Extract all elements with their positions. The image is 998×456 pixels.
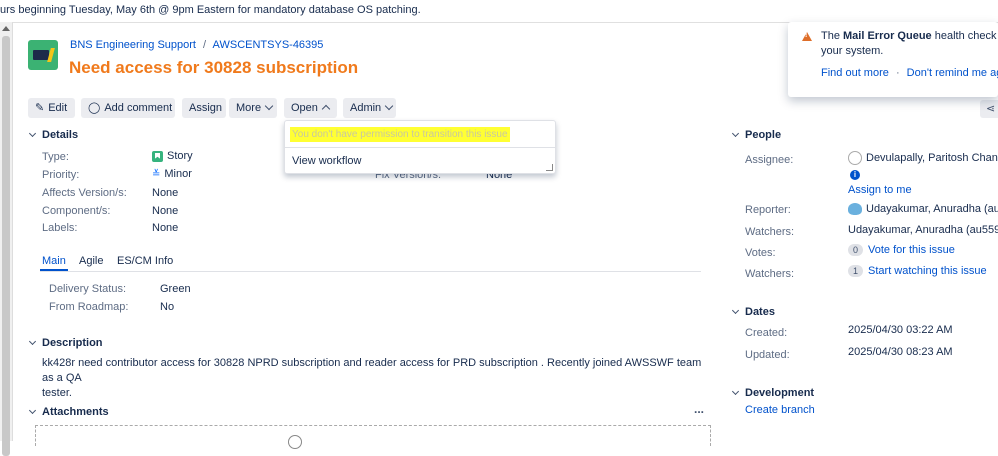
reporter-value[interactable]: Udayakumar, Anuradha (au55	[848, 203, 998, 216]
attachments-menu-button[interactable]: ...	[694, 402, 704, 416]
components-value[interactable]: None	[152, 205, 178, 217]
share-icon: ⋖	[986, 103, 996, 115]
flag-actions: Find out more · Don't remind me agair	[821, 67, 998, 79]
description-header[interactable]: Description	[28, 337, 103, 349]
assignee-label: Assignee:	[745, 154, 794, 166]
created-label: Created:	[745, 327, 788, 339]
vote-link[interactable]: Vote for this issue	[868, 244, 955, 256]
more-button[interactable]: More	[229, 98, 277, 118]
scrollbar-thumb[interactable]	[2, 36, 10, 456]
view-workflow-item[interactable]: View workflow	[292, 155, 362, 167]
from-roadmap-value[interactable]: No	[160, 301, 174, 313]
scroll-up-icon[interactable]	[2, 26, 10, 31]
issue-title[interactable]: Need access for 30828 subscription	[69, 58, 358, 78]
tab-agile[interactable]: Agile	[79, 255, 103, 267]
resize-handle-icon[interactable]	[546, 164, 553, 171]
priority-label: Priority:	[42, 169, 80, 181]
warning-mark: !	[805, 32, 808, 39]
story-icon	[152, 150, 163, 162]
created-value: 2025/04/30 03:22 AM	[848, 324, 953, 336]
description-text[interactable]: kk428r need contributor access for 30828…	[42, 356, 702, 401]
battery-icon	[33, 50, 52, 60]
breadcrumb: BNS Engineering Support / AWSCENTSYS-463…	[70, 39, 323, 51]
admin-button[interactable]: Admin	[343, 98, 396, 118]
type-label: Type:	[42, 151, 69, 163]
chevron-down-icon	[264, 101, 274, 111]
chevron-down-icon	[731, 306, 740, 315]
create-branch-link[interactable]: Create branch	[745, 404, 815, 416]
no-permission-item: You don't have permission to transition …	[290, 127, 510, 142]
reporter-label: Reporter:	[745, 204, 791, 216]
attachments-header[interactable]: Attachments	[28, 406, 109, 418]
updated-label: Updated:	[745, 349, 790, 361]
transition-dropdown: You don't have permission to transition …	[284, 120, 556, 174]
type-value[interactable]: Story	[152, 150, 193, 162]
breadcrumb-separator: /	[203, 39, 207, 51]
banner-text: urs beginning Tuesday, May 6th @ 9pm Eas…	[0, 4, 421, 16]
dont-remind-link[interactable]: Don't remind me agair	[907, 67, 998, 79]
breadcrumb-project-link[interactable]: BNS Engineering Support	[70, 39, 196, 51]
avatar	[848, 151, 862, 165]
tab-main[interactable]: Main	[42, 255, 66, 267]
add-comment-button[interactable]: ◯ Add comment	[81, 98, 175, 118]
from-roadmap-label: From Roadmap:	[49, 301, 129, 313]
flag-message: The Mail Error Queue health check has f	[821, 30, 998, 42]
chevron-down-icon	[731, 387, 740, 396]
delivery-status-value[interactable]: Green	[160, 283, 191, 295]
chevron-down-icon	[28, 337, 37, 346]
affects-versions-value[interactable]: None	[152, 187, 178, 199]
upload-cloud-icon	[288, 435, 302, 449]
reporter-avatar	[848, 203, 862, 216]
active-tab-indicator	[40, 269, 68, 271]
pencil-icon: ✎	[35, 102, 45, 114]
chevron-down-icon	[731, 129, 740, 138]
watchers-value[interactable]: Udayakumar, Anuradha (au5598)	[848, 224, 998, 236]
votes-count-badge: 0	[848, 244, 864, 256]
attachments-dropzone[interactable]	[35, 425, 711, 449]
announcement-banner: urs beginning Tuesday, May 6th @ 9pm Eas…	[0, 0, 998, 23]
start-watching-link[interactable]: Start watching this issue	[868, 265, 987, 277]
votes-value[interactable]: 0 Vote for this issue	[848, 244, 955, 256]
updated-value: 2025/04/30 08:23 AM	[848, 346, 953, 358]
details-header[interactable]: Details	[28, 129, 78, 141]
assign-button[interactable]: Assign	[182, 98, 226, 118]
labels-label: Labels:	[42, 222, 78, 234]
share-button[interactable]: ⋖	[980, 100, 998, 118]
info-icon[interactable]: i	[850, 170, 860, 180]
development-header[interactable]: Development	[731, 387, 814, 399]
chevron-down-icon	[384, 101, 394, 111]
people-header[interactable]: People	[731, 129, 781, 141]
watchers-label: Watchers:	[745, 226, 795, 238]
delivery-status-label: Delivery Status:	[49, 283, 127, 295]
priority-value[interactable]: ≚ Minor	[152, 168, 192, 180]
chevron-up-icon	[321, 104, 331, 114]
components-label: Component/s:	[42, 205, 111, 217]
dropdown-divider	[285, 147, 555, 148]
votes-label: Votes:	[745, 247, 776, 259]
priority-minor-icon: ≚	[152, 169, 161, 180]
dates-header[interactable]: Dates	[731, 306, 775, 318]
watch-value[interactable]: 1 Start watching this issue	[848, 265, 987, 277]
watchers2-label: Watchers:	[745, 268, 795, 280]
project-avatar[interactable]	[28, 40, 58, 70]
chevron-down-icon	[28, 129, 37, 138]
breadcrumb-issue-link[interactable]: AWSCENTSYS-46395	[213, 39, 324, 51]
flag-message-line2: your system.	[821, 45, 884, 57]
assignee-value[interactable]: Devulapally, Paritosh Chandra	[848, 151, 998, 165]
tab-escm-info[interactable]: ES/CM Info	[117, 255, 173, 267]
assign-to-me-link[interactable]: Assign to me	[848, 184, 912, 196]
find-out-more-link[interactable]: Find out more	[821, 67, 889, 79]
chevron-down-icon	[28, 406, 37, 415]
labels-value[interactable]: None	[152, 222, 178, 234]
tabs-divider	[40, 271, 701, 272]
health-check-flag: ! The Mail Error Queue health check has …	[788, 22, 998, 97]
edit-button[interactable]: ✎ Edit	[28, 98, 75, 118]
watchers-count-badge: 1	[848, 265, 864, 277]
scrollbar[interactable]	[0, 22, 13, 456]
comment-icon: ◯	[88, 102, 101, 114]
affects-versions-label: Affects Version/s:	[42, 187, 127, 199]
status-open-button[interactable]: Open	[284, 98, 337, 118]
